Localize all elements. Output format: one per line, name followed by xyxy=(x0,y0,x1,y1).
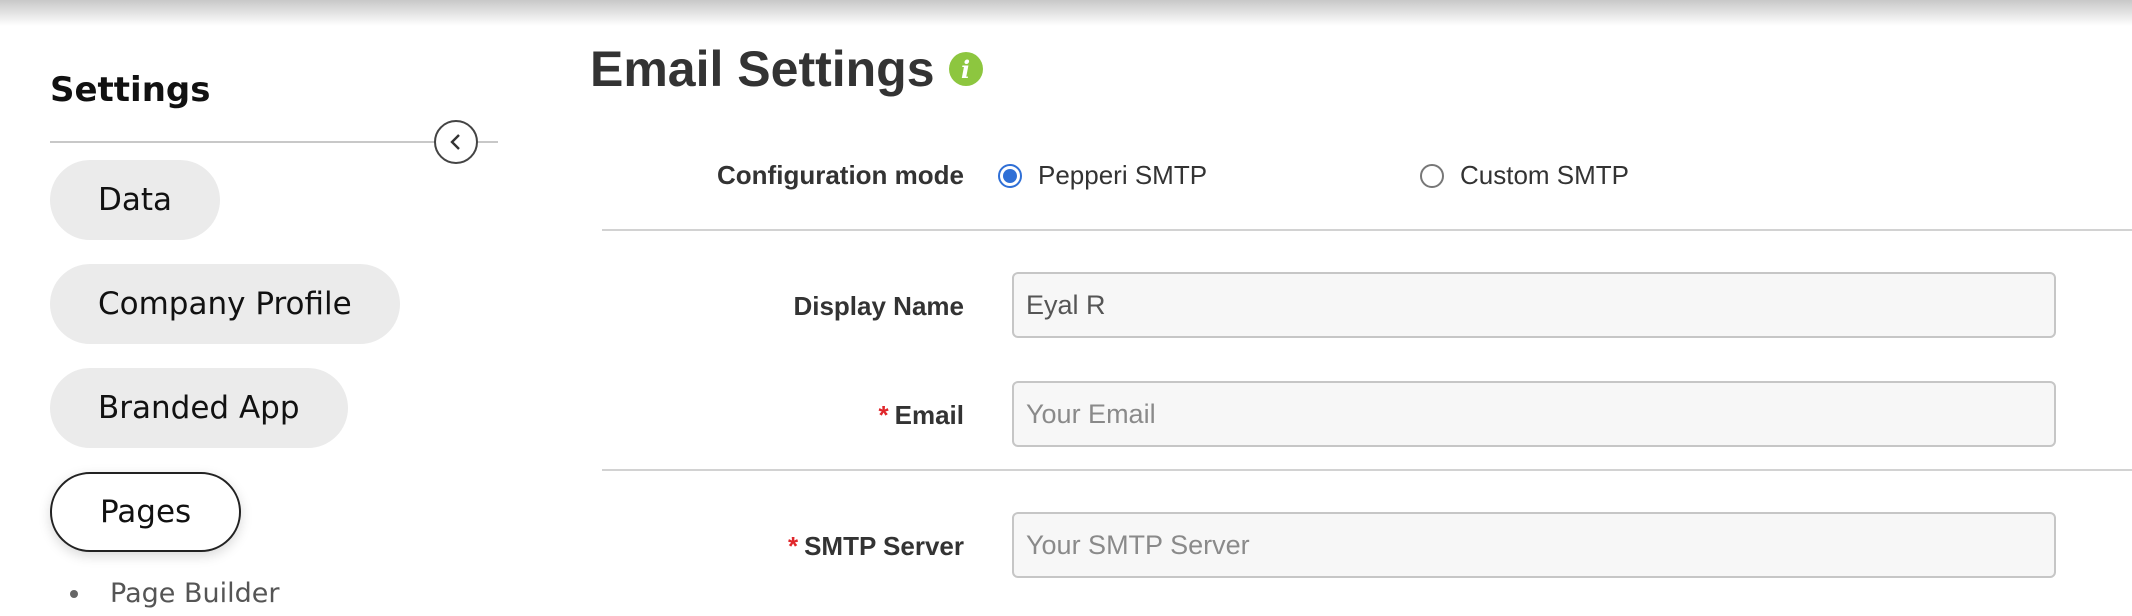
display-name-label: Display Name xyxy=(793,291,964,321)
bullet-icon xyxy=(70,589,78,598)
sidebar-item-company-profile[interactable]: Company Profile xyxy=(50,264,400,344)
required-marker: * xyxy=(787,531,799,561)
sidebar-item-label: Branded App xyxy=(98,390,300,426)
sidebar-item-label: Data xyxy=(98,182,173,218)
sidebar-item-pages[interactable]: Pages xyxy=(50,472,242,552)
section-divider xyxy=(602,469,2132,471)
chevron-left-icon xyxy=(450,134,460,150)
smtp-server-label-text: SMTP Server xyxy=(804,531,964,561)
page-title-text: Email Settings xyxy=(590,41,935,97)
radio-pepperi-smtp[interactable]: Pepperi SMTP xyxy=(998,160,1207,191)
collapse-sidebar-button[interactable] xyxy=(434,120,478,164)
sidebar-subitem-page-builder[interactable]: Page Builder xyxy=(70,578,279,609)
config-mode-label: Configuration mode xyxy=(717,160,964,190)
email-label: * Email xyxy=(879,400,965,431)
sidebar-subitem-label: Page Builder xyxy=(110,578,280,609)
top-shadow-bar xyxy=(0,0,2132,26)
sidebar-item-data[interactable]: Data xyxy=(50,160,221,240)
sidebar-item-branded-app[interactable]: Branded App xyxy=(50,368,348,448)
radio-custom-smtp[interactable]: Custom SMTP xyxy=(1420,160,1629,191)
email-field[interactable] xyxy=(1012,381,2056,447)
radio-label: Custom SMTP xyxy=(1460,160,1630,190)
sidebar-divider xyxy=(50,141,498,143)
sidebar-item-label: Pages xyxy=(100,494,192,530)
radio-selected-icon[interactable] xyxy=(998,163,1022,188)
sidebar-item-label: Company Profile xyxy=(98,286,352,322)
page-title: Email Settings i xyxy=(590,40,983,98)
email-label-text: Email xyxy=(894,400,964,430)
sidebar-title: Settings xyxy=(50,70,211,110)
info-icon[interactable]: i xyxy=(948,52,983,86)
smtp-server-label: * SMTP Server xyxy=(788,531,964,562)
section-divider xyxy=(602,229,2132,231)
display-name-field[interactable] xyxy=(1012,272,2056,338)
required-marker: * xyxy=(878,400,889,430)
radio-label: Pepperi SMTP xyxy=(1038,160,1208,190)
radio-unselected-icon[interactable] xyxy=(1420,163,1444,188)
smtp-server-field[interactable] xyxy=(1012,512,2056,578)
